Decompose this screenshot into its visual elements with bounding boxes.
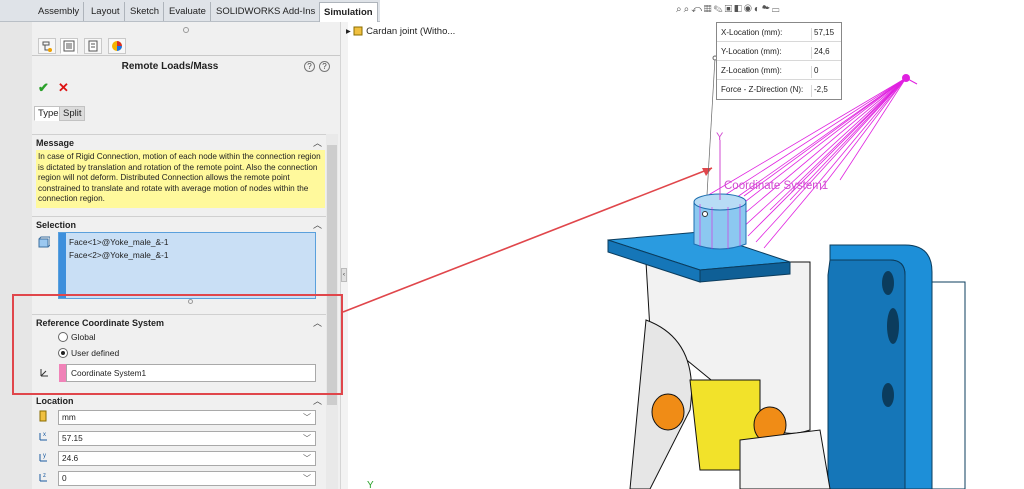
tooltip-label: Y-Location (mm): xyxy=(721,47,782,56)
triad-y-label: Y xyxy=(367,480,374,489)
bracket-hole xyxy=(882,271,894,295)
tooltip-row-z: Z-Location (mm): 0 xyxy=(717,61,841,80)
tooltip-label: Z-Location (mm): xyxy=(721,66,782,75)
tooltip-row-force: Force - Z-Direction (N): -2,5 xyxy=(717,80,841,99)
tooltip-label: X-Location (mm): xyxy=(721,28,783,37)
tooltip-value: 57,15 xyxy=(811,28,834,40)
coordinate-system-label: Coordinate System1 xyxy=(724,180,829,192)
tooltip-row-y: Y-Location (mm): 24,6 xyxy=(717,42,841,61)
tooltip-row-x: X-Location (mm): 57,15 xyxy=(717,23,841,42)
yoke-lower xyxy=(739,429,831,489)
bracket-side-face xyxy=(931,281,966,489)
remote-point-origin xyxy=(702,211,708,217)
bracket-hole xyxy=(887,308,899,344)
tooltip-label: Force - Z-Direction (N): xyxy=(721,85,804,94)
remote-load-tooltip: X-Location (mm): 57,15 Y-Location (mm): … xyxy=(716,22,842,100)
pin-hole-left xyxy=(651,393,685,431)
tooltip-value: 24,6 xyxy=(811,47,830,59)
bracket-inner-face xyxy=(827,259,906,489)
tooltip-value: 0 xyxy=(811,66,818,78)
y-axis-label: Y xyxy=(716,131,724,143)
tooltip-leader xyxy=(705,57,716,213)
bracket-hole xyxy=(882,383,894,407)
tooltip-value: -2,5 xyxy=(811,85,828,97)
graphics-viewport[interactable]: Y Y xyxy=(0,0,1024,489)
